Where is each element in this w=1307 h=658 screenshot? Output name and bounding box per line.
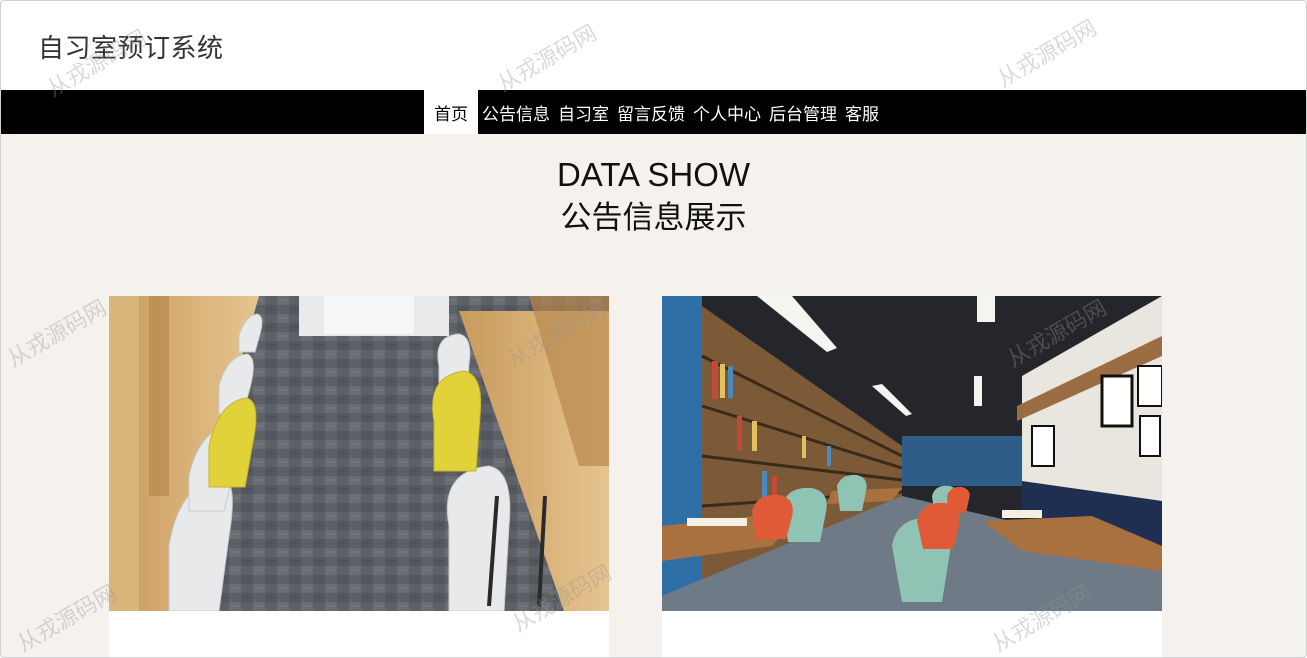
nav-item-support[interactable]: 客服 <box>841 90 883 134</box>
nav-item-profile[interactable]: 个人中心 <box>689 90 765 134</box>
notice-card[interactable] <box>662 296 1162 657</box>
section-heading: DATA SHOW 公告信息展示 <box>1 155 1306 241</box>
watermark-text: 从戎源码网 <box>3 295 112 373</box>
library-cafe-image[interactable] <box>662 296 1162 611</box>
notice-card[interactable] <box>109 296 609 657</box>
card-caption <box>662 611 1162 657</box>
nav-item-feedback[interactable]: 留言反馈 <box>613 90 689 134</box>
watermark-text: 从戎源码网 <box>13 580 122 658</box>
main-nav: 首页 公告信息 自习室 留言反馈 个人中心 后台管理 客服 <box>1 90 1306 134</box>
nav-item-home[interactable]: 首页 <box>424 90 478 134</box>
section-title-en: DATA SHOW <box>556 156 751 193</box>
site-title[interactable]: 自习室预订系统 <box>38 28 224 65</box>
site-header: 自习室预订系统 <box>1 1 1306 90</box>
card-caption <box>109 611 609 657</box>
nav-item-study-rooms[interactable]: 自习室 <box>554 90 613 134</box>
section-title-cn: 公告信息展示 <box>560 200 747 236</box>
nav-item-notices[interactable]: 公告信息 <box>478 90 554 134</box>
nav-item-admin[interactable]: 后台管理 <box>765 90 841 134</box>
study-room-image[interactable] <box>109 296 609 611</box>
page-frame: 自习室预订系统 首页 公告信息 自习室 留言反馈 个人中心 后台管理 客服 DA… <box>0 0 1307 658</box>
